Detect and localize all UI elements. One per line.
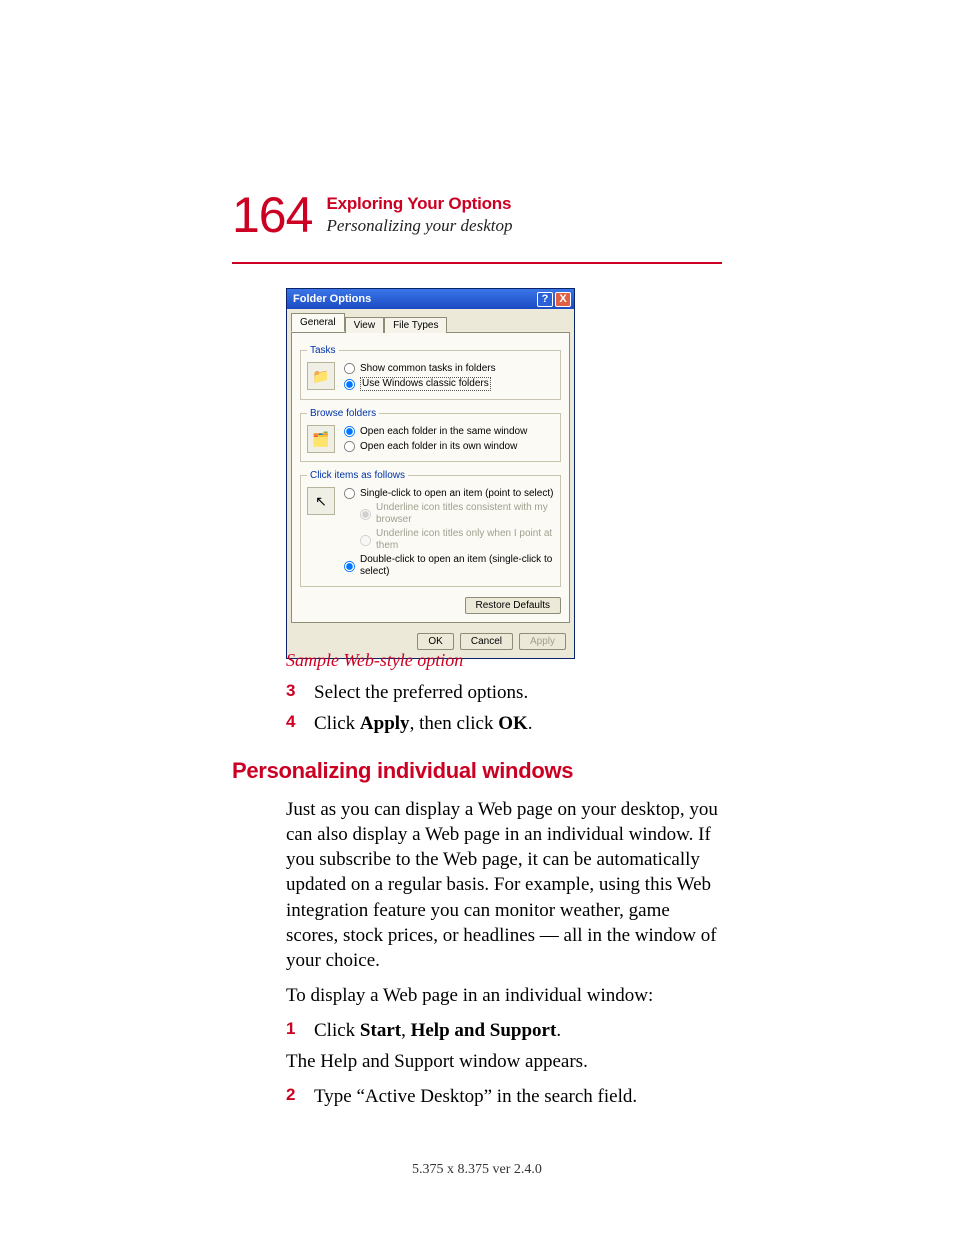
- tab-general[interactable]: General: [291, 313, 345, 332]
- text-run: Click: [314, 713, 360, 734]
- step-3: 3 Select the preferred options.: [286, 680, 722, 705]
- text-run: , then click: [410, 713, 499, 734]
- paragraph: The Help and Support window appears.: [286, 1049, 722, 1074]
- titlebar: Folder Options ? X: [287, 289, 574, 309]
- radio-label: Open each folder in the same window: [360, 426, 527, 438]
- group-tasks-legend: Tasks: [307, 345, 339, 356]
- group-click-legend: Click items as follows: [307, 470, 408, 481]
- figure-caption: Sample Web-style option: [286, 650, 463, 671]
- tab-view[interactable]: View: [345, 317, 385, 333]
- folder-options-dialog: Folder Options ? X General View File Typ…: [286, 288, 575, 659]
- radio-show-common-tasks[interactable]: Show common tasks in folders: [343, 362, 496, 375]
- text-run: .: [528, 713, 533, 734]
- step-text: Select the preferred options.: [314, 680, 722, 705]
- browse-folder-icon: 🗂️: [307, 425, 335, 453]
- radio-label: Open each folder in its own window: [360, 441, 517, 453]
- tasks-folder-icon: 📁: [307, 362, 335, 390]
- text-run: .: [556, 1020, 561, 1041]
- radio-label: Double-click to open an item (single-cli…: [360, 554, 554, 578]
- step-number: 2: [286, 1084, 300, 1109]
- text-bold: Start: [360, 1020, 401, 1041]
- group-click: Click items as follows ↖ Single-click to…: [300, 470, 561, 587]
- titlebar-buttons: ? X: [537, 292, 571, 307]
- text-bold: Help and Support: [411, 1020, 557, 1041]
- radio-label: Use Windows classic folders: [360, 377, 491, 391]
- header-text: Exploring Your Options Personalizing you…: [326, 190, 512, 236]
- apply-button[interactable]: Apply: [519, 633, 566, 650]
- header-rule: [232, 262, 722, 264]
- step-1: 1 Click Start, Help and Support.: [286, 1018, 722, 1043]
- radio-label: Single-click to open an item (point to s…: [360, 488, 553, 500]
- text-run: Click: [314, 1020, 360, 1041]
- radio-label: Underline icon titles consistent with my…: [376, 502, 554, 526]
- radio-single-click[interactable]: Single-click to open an item (point to s…: [343, 487, 554, 500]
- group-browse-legend: Browse folders: [307, 408, 379, 419]
- ok-button[interactable]: OK: [417, 633, 453, 650]
- radio-underline-point: Underline icon titles only when I point …: [343, 528, 554, 552]
- text-bold: Apply: [360, 713, 410, 734]
- paragraph: Just as you can display a Web page on yo…: [286, 797, 722, 973]
- document-page: 164 Exploring Your Options Personalizing…: [0, 0, 954, 1235]
- chapter-title: Exploring Your Options: [326, 194, 512, 214]
- step-4: 4 Click Apply, then click OK.: [286, 711, 722, 736]
- subsection-heading: Personalizing individual windows: [232, 756, 722, 785]
- step-text: Type “Active Desktop” in the search fiel…: [314, 1084, 722, 1109]
- step-number: 4: [286, 711, 300, 736]
- text-bold: OK: [498, 713, 528, 734]
- text-run: ,: [401, 1020, 411, 1041]
- radio-use-classic-folders[interactable]: Use Windows classic folders: [343, 377, 496, 391]
- step-number: 3: [286, 680, 300, 705]
- radio-underline-browser: Underline icon titles consistent with my…: [343, 502, 554, 526]
- radio-same-window[interactable]: Open each folder in the same window: [343, 425, 527, 438]
- body-content: 3 Select the preferred options. 4 Click …: [286, 680, 722, 1115]
- page-header: 164 Exploring Your Options Personalizing…: [232, 190, 512, 240]
- group-tasks: Tasks 📁 Show common tasks in folders Use…: [300, 345, 561, 400]
- tab-file-types[interactable]: File Types: [384, 317, 447, 333]
- radio-double-click[interactable]: Double-click to open an item (single-cli…: [343, 554, 554, 578]
- help-button[interactable]: ?: [537, 292, 553, 307]
- radio-label: Show common tasks in folders: [360, 363, 496, 375]
- radio-own-window[interactable]: Open each folder in its own window: [343, 440, 527, 453]
- restore-row: Restore Defaults: [300, 595, 561, 614]
- step-2: 2 Type “Active Desktop” in the search fi…: [286, 1084, 722, 1109]
- radio-label: Underline icon titles only when I point …: [376, 528, 554, 552]
- paragraph: To display a Web page in an individual w…: [286, 983, 722, 1008]
- step-text: Click Start, Help and Support.: [314, 1018, 722, 1043]
- step-number: 1: [286, 1018, 300, 1043]
- click-cursor-icon: ↖: [307, 487, 335, 515]
- cancel-button[interactable]: Cancel: [460, 633, 513, 650]
- restore-defaults-button[interactable]: Restore Defaults: [465, 597, 561, 614]
- page-footer: 5.375 x 8.375 ver 2.4.0: [0, 1162, 954, 1178]
- group-browse: Browse folders 🗂️ Open each folder in th…: [300, 408, 561, 462]
- tabpanel-general: Tasks 📁 Show common tasks in folders Use…: [291, 332, 570, 623]
- close-button[interactable]: X: [555, 292, 571, 307]
- section-title: Personalizing your desktop: [326, 216, 512, 236]
- step-text: Click Apply, then click OK.: [314, 711, 722, 736]
- page-number: 164: [232, 190, 312, 240]
- dialog-title: Folder Options: [293, 293, 371, 305]
- tabstrip: General View File Types: [287, 309, 574, 332]
